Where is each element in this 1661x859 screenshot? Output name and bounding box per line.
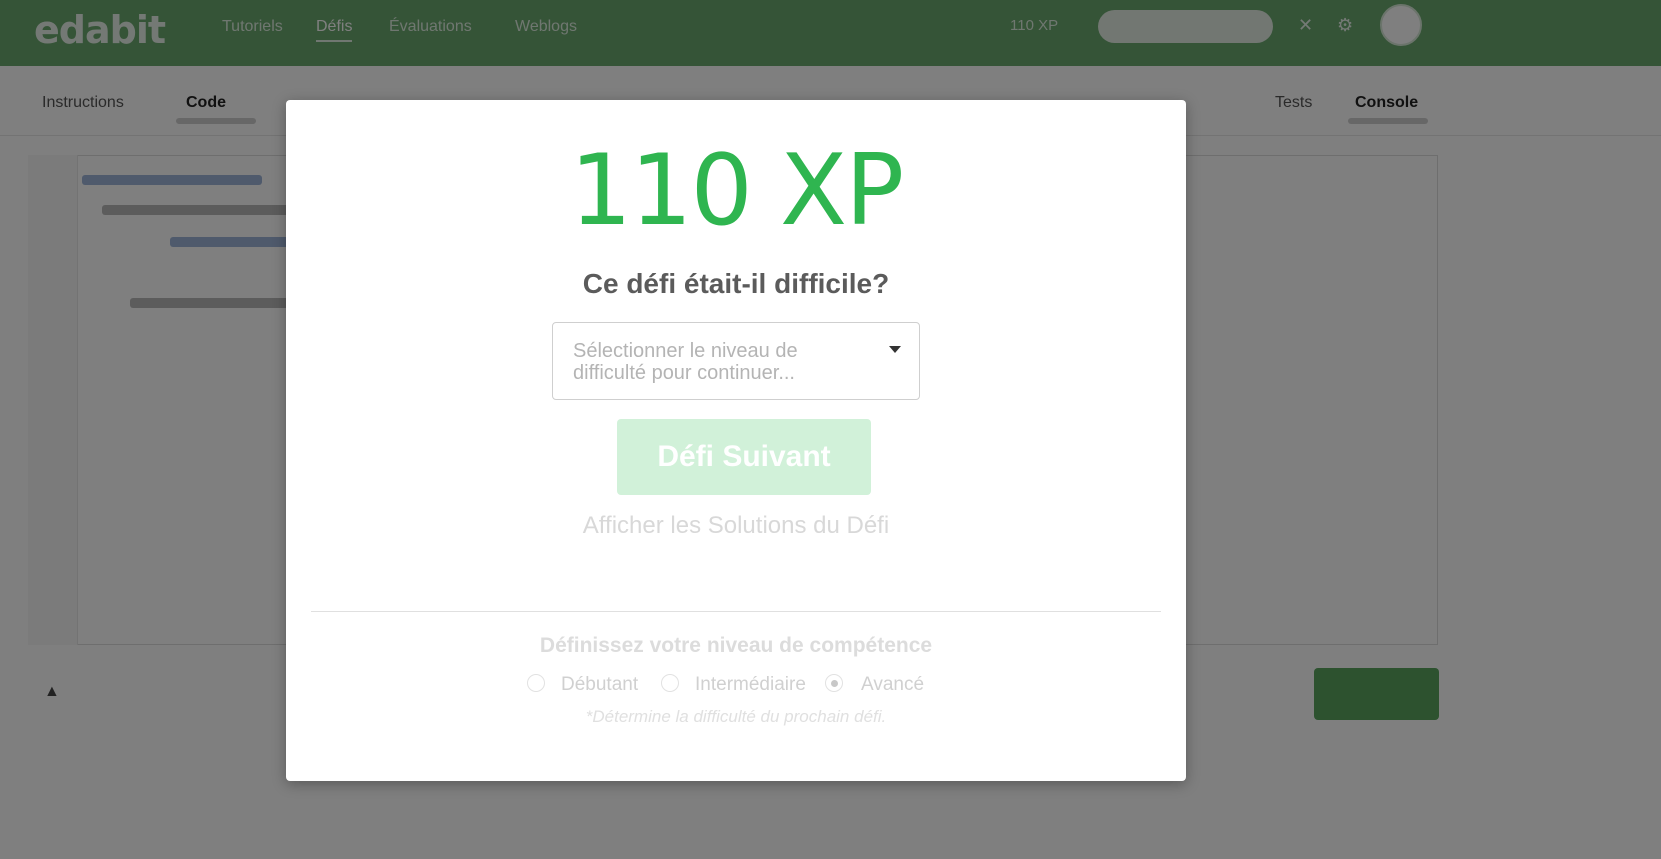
next-challenge-button[interactable]: Défi Suivant: [617, 419, 871, 495]
xp-earned: 110 XP: [569, 134, 904, 248]
radio-intermediaire[interactable]: [661, 674, 679, 692]
radio-intermediaire-label[interactable]: Intermédiaire: [695, 674, 806, 696]
radio-avance-label[interactable]: Avancé: [861, 674, 924, 696]
difficulty-question: Ce défi était-il difficile?: [582, 268, 890, 299]
skill-level-title: Définissez votre niveau de compétence: [539, 634, 933, 657]
radio-debutant-label[interactable]: Débutant: [561, 674, 638, 696]
chevron-down-icon: [889, 346, 901, 353]
difficulty-select[interactable]: Sélectionner le niveau de difficulté pou…: [552, 322, 920, 400]
radio-debutant[interactable]: [527, 674, 545, 692]
radio-avance[interactable]: [825, 674, 843, 692]
show-solutions-link[interactable]: Afficher les Solutions du Défi: [286, 512, 1186, 540]
difficulty-note: *Détermine la difficulté du prochain déf…: [585, 707, 887, 726]
divider: [311, 611, 1161, 612]
completion-modal: 110 XP Ce défi était-il difficile? Sélec…: [286, 100, 1186, 781]
difficulty-select-placeholder: Sélectionner le niveau de difficulté pou…: [573, 340, 798, 384]
